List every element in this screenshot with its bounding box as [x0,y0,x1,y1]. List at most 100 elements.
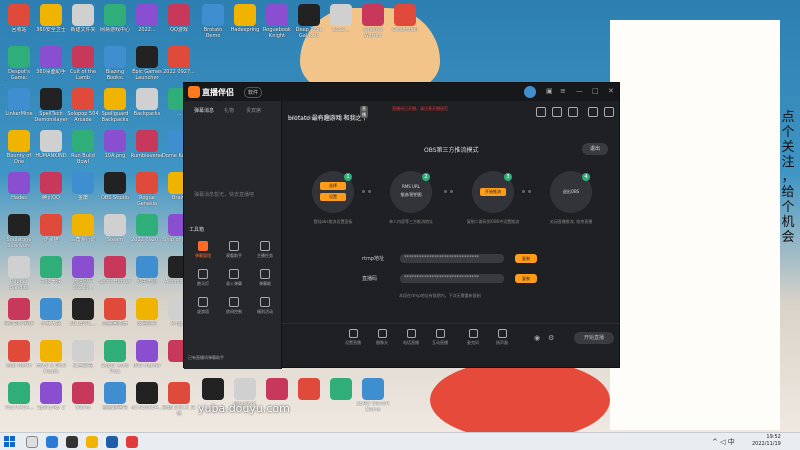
desktop-icon[interactable]: 10A.png [98,130,132,165]
desktop-icon[interactable]: 2022 0920... [130,214,164,249]
desktop-icon[interactable]: 最后星空 [130,298,164,333]
desktop-icon[interactable]: 2022... [324,4,358,39]
desktop-icon[interactable]: ZERO Sievert Demo [356,378,390,413]
step-pill[interactable]: 选择 [320,182,346,190]
desktop-icon[interactable]: Spellguard Backpacks [98,88,132,123]
desktop-icon[interactable]: Soulstone Survivors [2,214,36,249]
desktop-icon[interactable]: QQ游戏 [162,4,196,39]
step-pill[interactable]: 开始推流 [480,188,506,196]
desktop-icon[interactable]: Roguebook Knight [260,4,294,39]
system-tray[interactable]: ^ ◁ 中 [712,437,735,447]
version-badge[interactable]: 软件 [244,87,263,98]
clock[interactable]: 19:52 2022/11/19 [752,434,781,448]
share-icon[interactable] [604,107,614,117]
desktop-icon[interactable]: Bounty of One [2,130,36,165]
desktop-icon[interactable]: 301BWIL... [66,298,100,333]
desktop-icon[interactable]: HUMANKIND [34,130,68,165]
settings-icon[interactable]: ⚙ [548,334,554,342]
desktop-icon[interactable]: 三角洲行动 [66,214,100,249]
bottom-tool[interactable]: 电话直播 [400,329,422,346]
desktop-icon[interactable]: 能量回收器 [98,298,132,333]
desktop-icon[interactable]: o2-e56e54... [130,382,164,417]
desktop-icon[interactable]: 曹帅的小程序 [2,298,36,333]
bottom-tool[interactable]: 摄像头 [371,329,393,346]
desktop-icon[interactable]: Rumbleverse [130,130,164,165]
desktop-icon[interactable]: 360桌面助手 [34,46,68,81]
desktop-icon[interactable]: 小兵大战 [34,298,68,333]
close-icon[interactable]: ✕ [608,87,614,95]
bottom-tool[interactable]: 互动直播 [429,329,451,346]
desktop-icon[interactable] [324,378,358,413]
menu-icon[interactable]: ≡ [560,87,566,95]
tab-vip[interactable]: 贵宾席 [246,107,261,114]
desktop-icon[interactable]: OBS Studio [98,172,132,207]
desktop-icon[interactable]: 腾讯QQ [34,172,68,207]
desktop-icon[interactable]: Deep Rock Galactic [292,4,326,39]
douyu-icon[interactable] [126,436,138,448]
desktop-icon[interactable]: 2022 0927... [162,46,196,81]
tab-danmu[interactable]: 弹幕消息 [194,107,214,114]
left-footer-text[interactable]: 已有直播间弹幕助手 [188,355,224,361]
desktop-icon[interactable]: 2022... [130,4,164,39]
desktop-icon[interactable]: Idle Hunter [130,340,164,375]
start-button[interactable] [4,436,16,448]
desktop-icon[interactable]: Hades [2,172,36,207]
desktop-icon[interactable]: Despot's Game: Dystopian... [2,46,36,81]
desktop-icon[interactable]: 新建 DOCX 文档 [162,382,196,417]
tool-item[interactable]: 波浪塔 [188,297,218,315]
desktop-icon[interactable]: Blazing Books: Magical Ash... [98,46,132,81]
desktop-icon[interactable]: Groundfall [388,4,422,39]
maximize-icon[interactable]: □ [592,87,599,95]
desktop-icon[interactable]: 7be7c454... [2,382,36,417]
search-icon[interactable] [26,436,38,448]
desktop-icon[interactable]: Steam [98,214,132,249]
tool-item[interactable]: 跑马灯 [188,269,218,287]
start-live-button[interactable]: 开始直播 [574,332,614,344]
steam-icon[interactable] [106,436,118,448]
desktop-icon[interactable]: Spelunky 2 [34,382,68,417]
tab-gift[interactable]: 礼物 [224,107,234,114]
obs-icon[interactable] [66,436,78,448]
tool-item[interactable]: 弹幕姬 [250,269,280,287]
tool-item[interactable]: 福利活动 [250,297,280,315]
camera-icon[interactable]: ◉ [534,334,540,342]
copy-key-button[interactable]: 复制 [515,274,537,283]
desktop-icon[interactable]: Backpacks [130,88,164,123]
desktop-icon[interactable]: 网易游戏中心 [98,4,132,39]
desktop-icon[interactable]: Epic Games Launcher [130,46,164,81]
desktop-icon[interactable]: 重要说明书 [98,382,132,417]
step-pill[interactable]: 设置 [320,193,346,201]
desktop-icon[interactable]: 微信图片 20220... [66,256,100,291]
tool-item[interactable]: 主播任务 [250,241,280,259]
desktop-icon[interactable]: 炸弹猫 [34,214,68,249]
desktop-icon[interactable]: 360安全卫士 [34,4,68,39]
desktop-icon[interactable]: Solopop 504 Arcade Dungeons [66,88,100,123]
exit-button[interactable]: 退出 [582,143,608,155]
tool-item[interactable]: 弹幕管理 [188,241,218,259]
desktop-icon[interactable]: Demo [66,382,100,417]
tool-item[interactable]: 房间控制 [219,297,249,315]
edge-icon[interactable] [46,436,58,448]
wardrobe-icon[interactable] [568,107,578,117]
desktop-icon[interactable]: LinkerMine [2,88,36,123]
bottom-tool[interactable]: 扬声器 [491,329,513,346]
desktop-icon[interactable]: Rubber Bandits [2,256,36,291]
desktop-icon[interactable]: Brotato Demo [196,4,230,39]
lock-icon[interactable] [552,107,562,117]
desktop-icon[interactable]: 回收站 [2,4,36,39]
desktop-icon[interactable]: Super Auto Pets [98,340,132,375]
desktop-icon[interactable] [292,378,326,413]
rtmp-field[interactable]: ****************************** [400,254,504,263]
titlebar[interactable]: 直播伴侣 软件 ▣ ≡ — □ ✕ [184,83,619,101]
desktop-icon[interactable]: Run Build Bowl [66,130,100,165]
gift-icon[interactable] [536,107,546,117]
bottom-tool[interactable]: 设置直播 [342,329,364,346]
folder-icon[interactable] [86,436,98,448]
desktop-icon[interactable]: Have a Nice Death [34,340,68,375]
desktop-icon[interactable]: 金庸 [66,172,100,207]
bottom-tool[interactable]: 麦克风 [462,329,484,346]
desktop-icon[interactable]: Hadespring [228,4,262,39]
screen-icon[interactable]: ▣ [546,87,553,95]
desktop-icon[interactable]: 残生无限 [130,256,164,291]
tool-item[interactable]: 录入弹幕 [219,269,249,287]
